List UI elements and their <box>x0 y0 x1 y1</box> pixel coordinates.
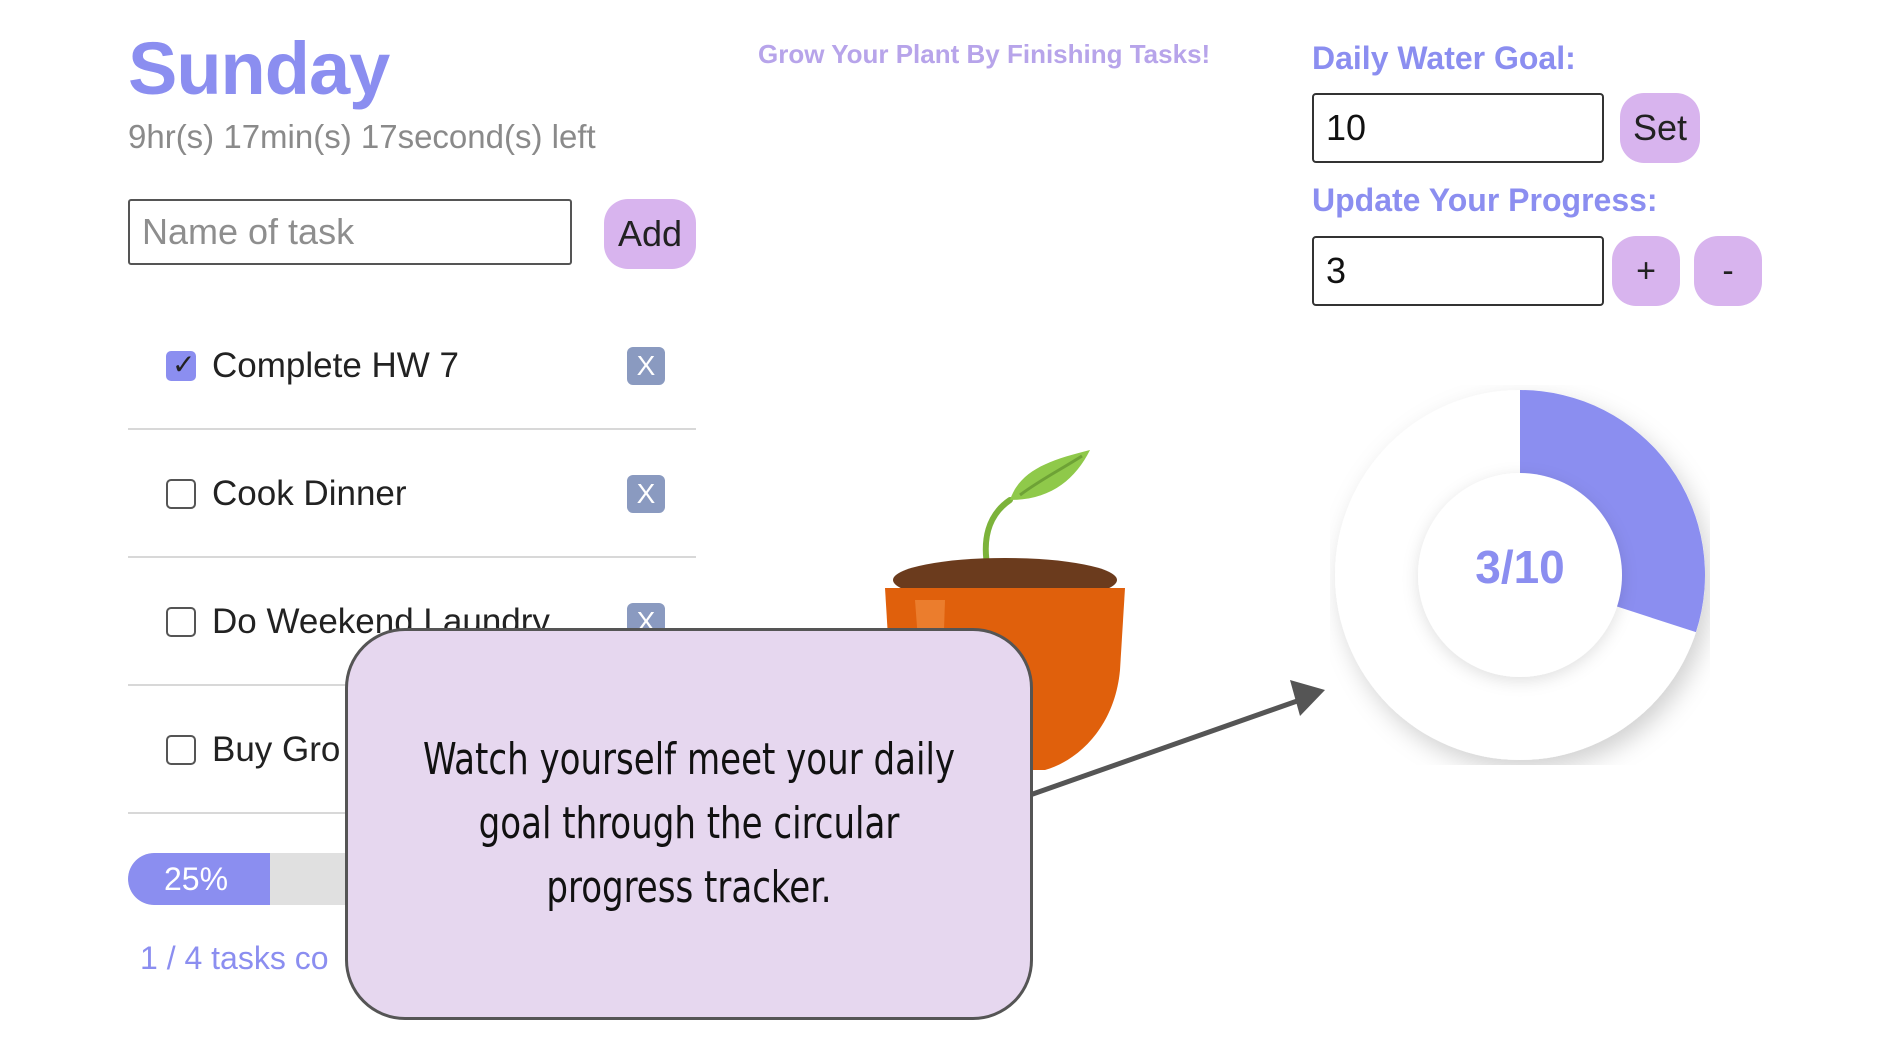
task-progress-fill: 25% <box>128 853 270 905</box>
delete-task-button[interactable]: X <box>627 475 665 513</box>
task-checkbox[interactable]: ✓ <box>166 351 196 381</box>
tracker-value: 3/10 <box>1475 541 1565 593</box>
task-checkbox[interactable]: ✓ <box>166 479 196 509</box>
delete-task-button[interactable]: X <box>627 347 665 385</box>
add-task-button[interactable]: Add <box>604 199 696 269</box>
task-row: ✓ Cook Dinner X <box>128 430 696 558</box>
water-progress-input[interactable] <box>1312 236 1604 306</box>
plant-title: Grow Your Plant By Finishing Tasks! <box>758 39 1211 69</box>
task-name-input[interactable] <box>128 199 572 265</box>
update-progress-label: Update Your Progress: <box>1312 182 1658 218</box>
callout-text: Watch yourself meet your daily goal thro… <box>422 734 956 913</box>
decrement-button[interactable]: - <box>1694 236 1762 306</box>
water-goal-input[interactable] <box>1312 93 1604 163</box>
daily-water-goal-label: Daily Water Goal: <box>1312 40 1576 76</box>
tooltip-callout: Watch yourself meet your daily goal thro… <box>345 628 1033 1020</box>
check-icon: ✓ <box>172 349 196 380</box>
tasks-completed-text: 1 / 4 tasks co <box>140 940 329 976</box>
set-goal-button[interactable]: Set <box>1620 93 1700 163</box>
increment-button[interactable]: + <box>1612 236 1680 306</box>
task-label: Cook Dinner <box>212 474 407 513</box>
time-left-text: 9hr(s) 17min(s) 17second(s) left <box>128 118 596 155</box>
task-checkbox[interactable]: ✓ <box>166 735 196 765</box>
day-title: Sunday <box>128 27 390 110</box>
task-label: Complete HW 7 <box>212 346 460 385</box>
task-checkbox[interactable]: ✓ <box>166 607 196 637</box>
task-label: Buy Gro <box>212 730 341 769</box>
task-row: ✓ Complete HW 7 X <box>128 302 696 430</box>
